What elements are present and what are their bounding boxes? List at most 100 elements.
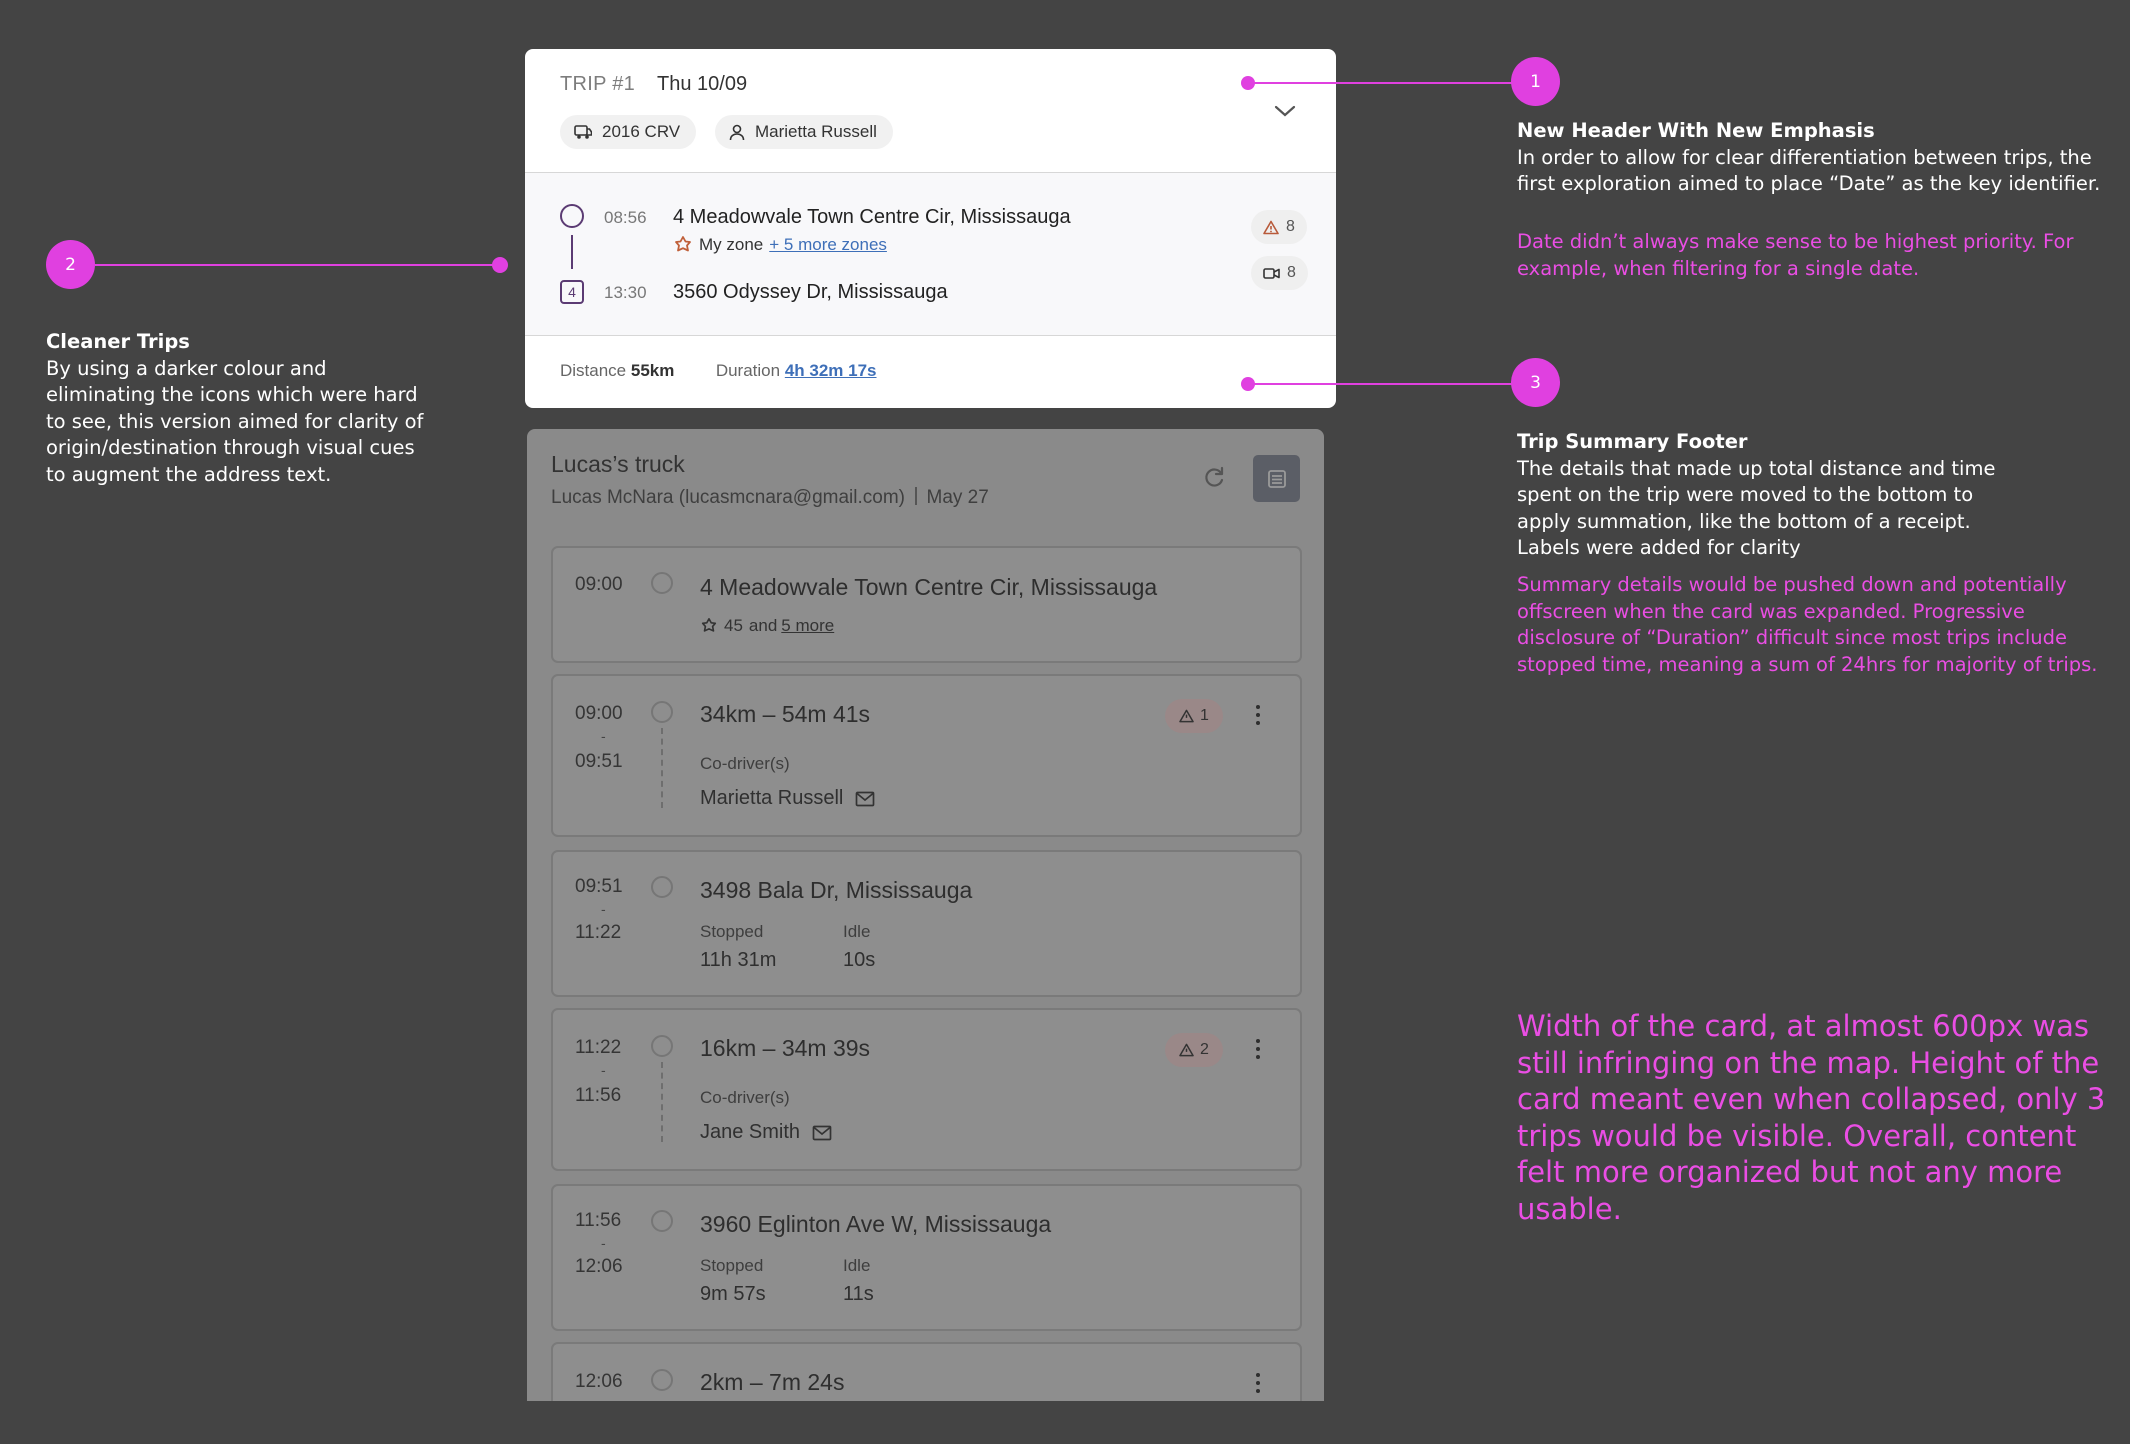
trip-segment[interactable]: 09:00 4 Meadowvale Town Centre Cir, Miss… [551,546,1302,663]
duration-label: Duration [715,361,781,380]
alerts-count: 8 [1286,218,1295,235]
trip-segment[interactable]: 09:00 - 09:51 34km – 54m 41s 1 Co-driver… [551,674,1302,837]
list-icon [1267,469,1286,488]
warning-icon [1179,709,1194,723]
driver-chip[interactable]: Marietta Russell [715,115,893,149]
distance-label: Distance [560,361,627,380]
duration-link[interactable]: 4h 32m 17s [785,361,877,380]
trip-segment[interactable]: 11:22 - 11:56 16km – 34m 39s 2 Co-driver… [551,1008,1302,1171]
note-1-title: New Header With New Emphasis [1517,119,1875,142]
trip-summary-footer: Distance 55km Duration 4h 32m 17s [560,361,877,381]
more-options-icon[interactable] [1255,1039,1261,1059]
segment-end-time: 09:51 [575,751,623,772]
mail-icon[interactable] [855,791,875,807]
segment-summary: 2km – 7m 24s [700,1369,845,1395]
more-zones-link[interactable]: + 5 more zones [769,235,887,255]
zones-count: 45 [724,616,743,635]
trip-segment[interactable]: 11:56 - 12:06 3960 Eglinton Ave W, Missi… [551,1184,1302,1331]
origin-marker-icon [560,204,584,228]
alerts-badge[interactable]: 2 [1165,1033,1223,1067]
note-3-title: Trip Summary Footer [1517,430,1748,453]
callout-2-badge: 2 [46,240,95,289]
segment-summary: 34km – 54m 41s [700,701,871,727]
segment-time-dash: - [601,1062,606,1078]
callout-1-badge: 1 [1511,57,1560,106]
drive-icon [651,701,673,723]
alerts-badge[interactable]: 1 [1165,699,1223,733]
stopped-label: Stopped [700,922,764,941]
videos-count: 8 [1287,264,1296,281]
codriver-name: Marietta Russell [700,787,844,809]
segment-zones: 45 and 5 more [700,616,834,636]
idle-label: Idle [843,1256,871,1275]
trip-segment[interactable]: 12:06 2km – 7m 24s [551,1342,1302,1401]
origin-address: 4 Meadowvale Town Centre Cir, Mississaug… [673,206,1071,228]
vehicle-name: 2016 CRV [602,122,681,141]
note-cleaner-trips: Cleaner Trips By using a darker colour a… [46,329,436,488]
segment-end-time: 11:56 [575,1085,622,1106]
segment-time-dash: - [601,728,606,744]
segment-start-time: 09:51 [575,876,623,897]
note-summary-footer: Trip Summary Footer The details that mad… [1517,429,2017,562]
idle-value: 10s [843,949,876,971]
more-options-icon[interactable] [1255,1373,1261,1393]
segment-time-dash: - [601,1235,606,1251]
vehicle-chip[interactable]: 2016 CRV [560,115,697,149]
note-3-critique: Summary details would be pushed down and… [1517,573,2098,676]
refresh-icon[interactable] [1201,465,1227,491]
vehicle-icon [574,125,592,139]
trip-number: TRIP #1 [560,73,636,95]
destination-time: 13:30 [604,283,647,302]
owner-name: Lucas McNara (lucasmcnara@gmail.com) [551,487,905,508]
driver-name: Marietta Russell [755,122,877,141]
mail-icon[interactable] [812,1125,832,1141]
drive-icon [651,1035,673,1057]
destination-marker-icon: 4 [560,280,584,304]
alerts-badge[interactable]: 8 [1251,210,1307,244]
chevron-down-icon[interactable] [1273,101,1297,121]
callout-3-line [1248,383,1512,385]
trip-segment[interactable]: 09:51 - 11:22 3498 Bala Dr, Mississauga … [551,850,1302,997]
note-1-body: In order to allow for clear differentiat… [1517,145,2101,196]
segment-end-time: 12:06 [575,1256,623,1277]
vehicle-owner-line: Lucas McNara (lucasmcnara@gmail.com) May … [551,487,989,509]
stopped-label: Stopped [700,1256,764,1275]
segment-summary: 16km – 34m 39s [700,1035,871,1061]
zone-icon [675,236,691,252]
warning-icon [1263,220,1279,234]
idle-value: 11s [843,1283,874,1305]
segment-start-time: 09:00 [575,703,623,724]
codriver-label: Co-driver(s) [700,754,790,773]
trip-route[interactable]: 4 08:56 4 Meadowvale Town Centre Cir, Mi… [525,173,1336,336]
note-2-body: By using a darker colour and eliminating… [46,356,424,486]
stop-icon [651,1210,673,1232]
codriver-name: Jane Smith [700,1121,801,1143]
driver-icon [729,124,745,140]
alerts-count: 1 [1200,707,1209,724]
segment-address: 3960 Eglinton Ave W, Mississauga [700,1211,1052,1237]
stopped-value: 11h 31m [700,949,777,971]
idle-label: Idle [843,922,871,941]
trip-card[interactable]: TRIP #1 Thu 10/09 2016 CRV Marietta Russ… [525,49,1336,408]
card-date: May 27 [926,487,989,508]
stop-icon [651,876,673,898]
videos-badge[interactable]: 8 [1251,256,1308,290]
more-zones-link[interactable]: 5 more [781,616,834,636]
stop-icon [651,572,673,594]
callout-1-line [1248,82,1512,84]
trip-card-header[interactable]: TRIP #1 Thu 10/09 2016 CRV Marietta Russ… [525,49,1336,173]
segment-start-time: 12:06 [575,1371,623,1392]
codriver-label: Co-driver(s) [700,1088,790,1107]
callout-3-badge: 3 [1511,358,1560,407]
destination-address: 3560 Odyssey Dr, Mississauga [673,281,948,303]
more-options-icon[interactable] [1255,705,1261,725]
callout-2-anchor [492,257,508,273]
conclusion-note: Width of the card, at almost 600px was s… [1517,1009,2106,1226]
note-header-emphasis: New Header With New Emphasis In order to… [1517,118,2107,198]
zones-and: and [748,616,778,635]
list-view-button[interactable] [1253,455,1300,502]
segment-time: 09:00 [575,574,623,595]
codriver: Jane Smith [700,1121,832,1144]
zone-name: My zone [699,235,764,254]
route-dashed-line [661,728,663,808]
